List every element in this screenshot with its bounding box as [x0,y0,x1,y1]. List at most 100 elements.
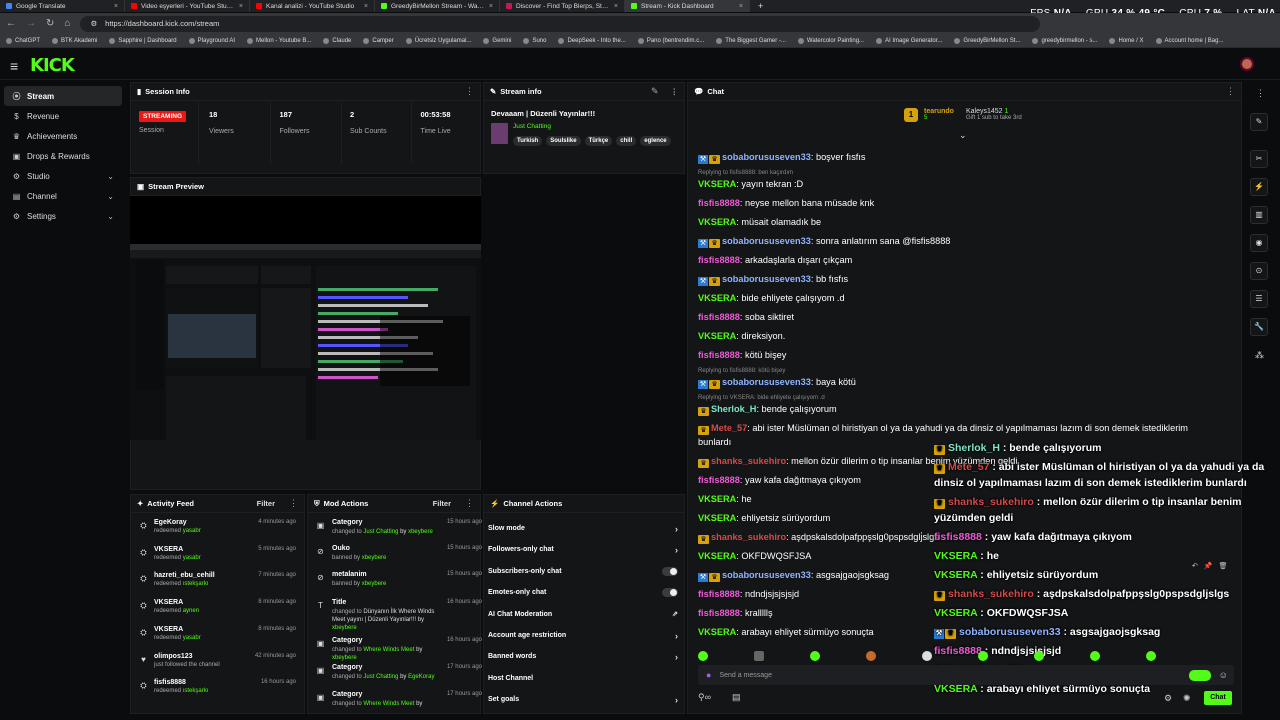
bookmark-item[interactable]: Claude [323,37,351,44]
emote-icon[interactable] [922,651,932,661]
mod-action-moderator[interactable]: xbeybere [362,581,387,587]
back-icon[interactable]: ← [6,18,16,29]
clipboard-tool-icon[interactable]: ▥ [1250,206,1268,224]
chat-message[interactable]: ♛ Mete_57: abi ister Müslüman ol hiristiy… [698,423,1188,435]
close-tab-icon[interactable]: × [114,3,118,10]
emote-icon[interactable] [1034,651,1044,661]
bookmark-item[interactable]: Camper [363,37,394,44]
chat-message[interactable]: VKSERA: bide ehliyete çalışıyom .d [698,293,845,303]
emote-icon[interactable] [866,651,876,661]
new-tab-icon[interactable]: + [750,1,771,11]
smile-icon[interactable]: ☺ [1219,670,1228,680]
browser-tab[interactable]: GreedyBirMellon Stream - Watch... × [375,0,500,12]
chat-username[interactable]: VKSERA [698,627,736,637]
reply-context[interactable]: Replying to fisfis8888: kötü bişey [698,368,785,374]
activity-username[interactable]: olimpos123 [154,653,220,660]
home-icon[interactable]: ⌂ [64,18,70,29]
bookmark-item[interactable]: Sapphire | Dashboard [109,37,177,44]
bolt-tool-icon[interactable]: ⚡ [1250,178,1268,196]
chat-username[interactable]: fisfis8888 [698,608,740,618]
more-options-icon[interactable]: ⋮ [465,498,474,509]
edit-icon[interactable]: ✎ [651,86,659,97]
chat-message[interactable]: ⚒ ♛ sobaborususeven33: sonra anlatırım san… [698,236,950,248]
broadcast-tool-icon[interactable]: ⊙ [1250,262,1268,280]
calendar-icon[interactable]: ▤ [732,692,741,703]
bookmark-item[interactable]: Playground AI [188,37,235,44]
more-options-icon[interactable]: ⋮ [289,498,298,509]
chat-username[interactable]: VKSERA [698,331,736,341]
browser-tab[interactable]: Discover - Find Top Blerps, Stre... × [500,0,625,12]
chat-username[interactable]: Mete_57 [711,423,747,433]
expand-gifters-icon[interactable]: ⌄ [959,130,967,141]
bookmark-item[interactable]: Account home | Bag... [1155,37,1223,44]
sidebar-item-channel[interactable]: ▤ Channel ⌄ [4,186,122,206]
stream-tag[interactable]: Türkçe [584,136,613,146]
toggle-switch[interactable] [662,588,678,598]
activity-filter-button[interactable]: Filter [257,499,275,508]
chat-message[interactable]: fisfis8888: arkadaşlarla dışarı çıkçam [698,255,852,265]
url-bar[interactable]: ⚙ https://dashboard.kick.com/stream [80,15,1041,32]
toggle-switch[interactable] [662,566,678,576]
forward-icon[interactable]: → [26,18,36,29]
channel-action-slow-mode[interactable]: Slow mode › [488,518,678,539]
stream-tag[interactable]: Turkish [513,136,543,146]
chat-message[interactable]: fisfis8888: kralllllş [698,608,773,618]
hamburger-menu-icon[interactable]: ≡ [10,58,18,74]
chat-message[interactable]: VKSERA: ehliyetsiz sürüyordum [698,513,830,523]
sidebar-item-settings[interactable]: ⚙ Settings ⌄ [4,206,122,226]
chat-username[interactable]: sobaborususeven33 [722,274,811,284]
chat-username[interactable]: shanks_sukehiro [711,456,786,466]
channel-action-set-goals[interactable]: Set goals › [488,689,678,710]
chat-message[interactable]: ♛ shanks_sukehiro: aşdpskalsdolpafppşslg0… [698,532,939,544]
chat-message[interactable]: fisfis8888: neyse mellon bana müsade knk [698,198,874,208]
wrench-tool-icon[interactable]: 🔧 [1250,318,1268,336]
more-icon[interactable]: ⋮ [1256,88,1265,99]
chat-message[interactable]: VKSERA: he [698,494,752,504]
chat-message[interactable]: VKSERA: OKFDWQSFJSA [698,551,811,561]
bookmark-item[interactable]: BTK Akademi [52,37,97,44]
bookmark-item[interactable]: ChatGPT [6,37,40,44]
emote-icon[interactable] [1146,651,1156,661]
stream-category[interactable]: Just Chatting [513,123,675,130]
bookmark-item[interactable]: Mellon - Youtube B... [247,37,311,44]
chat-message[interactable]: ⚒ ♛ sobaborususeven33: bb fısfıs [698,274,848,286]
mic-icon[interactable]: ● [706,670,711,680]
chat-bubble-tool-icon[interactable]: ◉ [1250,234,1268,252]
channel-action-account-age-restriction[interactable]: Account age restriction › [488,625,678,646]
chat-message[interactable]: VKSERA: direksiyon. [698,331,785,341]
chat-message[interactable]: ⚒ ♛ sobaborususeven33: baya kötü [698,377,856,389]
bookmark-item[interactable]: GreedyBirMellon St... [954,37,1020,44]
chat-message[interactable]: ♛ Sherlok_H: bende çalışıyorum [698,404,837,416]
close-tab-icon[interactable]: × [239,3,243,10]
more-options-icon[interactable]: ⋮ [465,86,474,97]
more-options-icon[interactable]: ⋮ [671,87,679,96]
chat-username[interactable]: VKSERA [698,551,736,561]
bookmark-item[interactable]: Pano (bentrendim.c... [637,37,704,44]
site-info-icon[interactable]: ⚙ [90,19,97,28]
chevron-down-icon[interactable]: ⌄ [107,192,114,201]
chat-message[interactable]: VKSERA: yayın tekran :D [698,179,803,189]
chat-username[interactable]: fisfis8888 [698,475,740,485]
chat-message[interactable]: fisfis8888: ndndjsjsjsjsjd [698,589,799,599]
bookmark-item[interactable]: greedybirmellon - s... [1032,37,1097,44]
close-tab-icon[interactable]: × [739,3,743,10]
browser-tab[interactable]: Video eşyerleri - YouTube Studio × [125,0,250,12]
chat-username[interactable]: sobaborususeven33 [722,236,811,246]
sidebar-item-drops-rewards[interactable]: ▣ Drops & Rewards [4,146,122,166]
clip-tool-icon[interactable]: ✂ [1250,150,1268,168]
link-icon[interactable]: ⚲∞ [698,692,711,703]
bookmark-item[interactable]: AI Image Generator... [876,37,942,44]
reply-context[interactable]: Replying to fisfis8888: ben kaçırdım [698,170,793,176]
stream-tag[interactable]: eglence [640,136,671,146]
chat-username[interactable]: fisfis8888 [698,255,740,265]
chat-username[interactable]: VKSERA [698,293,736,303]
second-gifter-name[interactable]: Kaleys1452 [966,108,1003,115]
activity-username[interactable]: EgeKoray [154,519,201,526]
chat-message[interactable]: fisfis8888: soba siktiret [698,312,794,322]
bookmark-item[interactable]: DeepSeek - Into the... [558,37,626,44]
sidebar-item-achievements[interactable]: ♛ Achievements [4,126,122,146]
sidebar-item-stream[interactable]: ⦿ Stream [4,86,122,106]
bookmark-item[interactable]: Suno [523,37,546,44]
emote-picker-icon[interactable] [1188,669,1211,681]
chat-username[interactable]: fisfis8888 [698,312,740,322]
